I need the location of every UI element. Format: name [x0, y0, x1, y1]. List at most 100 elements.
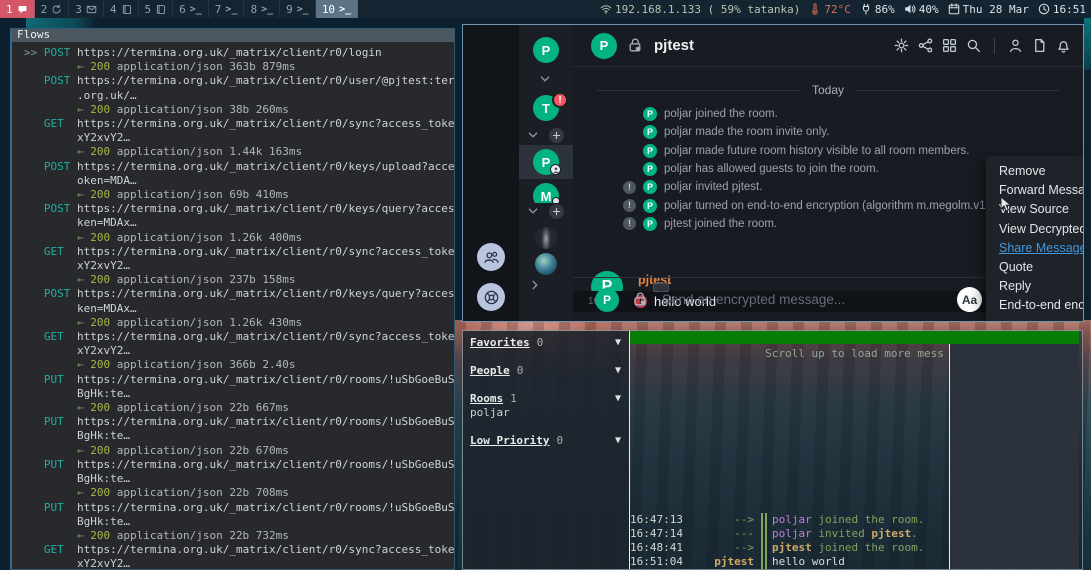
composer-badge: [653, 283, 669, 292]
menu-item-remove[interactable]: Remove: [986, 162, 1083, 181]
terminal-icon: >_: [339, 4, 351, 15]
workspace-3[interactable]: 3: [69, 0, 104, 18]
flow-row[interactable]: GET https://termina.org.uk/_matrix/clien…: [24, 245, 454, 288]
element-window: P T ! P M pjtest P pjtest: [462, 24, 1084, 322]
chevron-down-icon[interactable]: [539, 73, 551, 85]
calendar-icon: [948, 3, 960, 15]
log-line: 16:47:14---poljar invited pjtest.: [630, 527, 949, 541]
workspace-10[interactable]: 10>_: [316, 0, 358, 18]
warning-icon: !: [623, 181, 636, 194]
terminal-icon: >_: [190, 4, 202, 15]
flow-row[interactable]: >> POST https://termina.org.uk/_matrix/c…: [24, 46, 454, 74]
people-button[interactable]: [477, 243, 505, 271]
status-wifi-icon: 192.168.1.133 ( 59% tatanka): [600, 3, 800, 16]
workspace-6[interactable]: 6>_: [173, 0, 209, 18]
workspace-8[interactable]: 8>_: [244, 0, 280, 18]
triangle-down-icon[interactable]: ▼: [615, 434, 621, 448]
refresh-icon: [51, 4, 62, 15]
buffer-section: Low Priority0▼: [470, 434, 621, 448]
title-bar: [630, 331, 1079, 344]
mouse-cursor: [1000, 196, 1013, 217]
nicklist-separator[interactable]: [949, 344, 950, 569]
room-title: pjtest: [654, 37, 694, 54]
terminal-icon: >_: [225, 4, 237, 15]
room-header-avatar[interactable]: P: [591, 33, 617, 59]
event-avatar: P: [643, 199, 657, 213]
search-icon[interactable]: [966, 38, 981, 53]
format-button[interactable]: Aa: [957, 287, 982, 312]
triangle-down-icon[interactable]: ▼: [615, 364, 621, 378]
buffer-section-header[interactable]: People0▼: [470, 364, 621, 378]
chevron-down-icon[interactable]: [527, 205, 539, 217]
wifi-icon: [600, 3, 612, 15]
chevron-right-icon[interactable]: [529, 279, 541, 291]
buffer-section-header[interactable]: Low Priority0▼: [470, 434, 621, 448]
workspace-list: 123456>_7>_8>_9>_10>_: [0, 0, 358, 18]
flow-row[interactable]: PUT https://termina.org.uk/_matrix/clien…: [24, 415, 454, 458]
workspace-9[interactable]: 9>_: [280, 0, 316, 18]
triangle-down-icon[interactable]: ▼: [615, 336, 621, 350]
apps-icon[interactable]: [942, 38, 957, 53]
explore-button[interactable]: [477, 283, 505, 311]
flow-row[interactable]: GET https://termina.org.uk/_matrix/clien…: [24, 117, 454, 160]
wallpaper-accent: [1084, 18, 1091, 70]
divider: [994, 38, 995, 54]
flow-row[interactable]: GET https://termina.org.uk/_matrix/clien…: [24, 330, 454, 373]
flow-row[interactable]: PUT https://termina.org.uk/_matrix/clien…: [24, 373, 454, 416]
chevron-down-icon[interactable]: [527, 129, 539, 141]
status-thermometer-icon: 72°C: [809, 3, 851, 16]
room-header: pjtest P pjtest: [573, 25, 1083, 67]
menu-item-view-decrypted-s[interactable]: View Decrypted S: [986, 220, 1083, 239]
log-message: poljar invited pjtest.: [772, 527, 918, 541]
members-icon[interactable]: [1008, 38, 1023, 53]
buffer-list: Favorites0▼ People0▼ Rooms1▼poljar Low Prio…: [463, 331, 629, 569]
thermometer-icon: [809, 3, 821, 15]
nicklist: [950, 344, 1079, 569]
flow-row[interactable]: POST https://termina.org.uk/_matrix/clie…: [24, 287, 454, 330]
event-avatar: P: [643, 217, 657, 231]
log-line: 16:48:41-->pjtest joined the room.: [630, 541, 949, 555]
prefix-separator: [761, 513, 767, 527]
share-icon[interactable]: [918, 38, 933, 53]
chat-log: 16:47:13-->poljar joined the room.16:47:…: [630, 513, 949, 569]
desktop: 123456>_7>_8>_9>_10>_ 192.168.1.133 ( 59…: [0, 0, 1091, 570]
menu-item-end-to-end-encry[interactable]: End-to-end encry: [986, 296, 1083, 315]
flow-row[interactable]: PUT https://termina.org.uk/_matrix/clien…: [24, 458, 454, 501]
flow-row[interactable]: PUT https://termina.org.uk/_matrix/clien…: [24, 501, 454, 544]
message-input[interactable]: Send an encrypted message...: [662, 292, 845, 307]
buffer-section-header[interactable]: Favorites0▼: [470, 336, 621, 350]
flow-row[interactable]: POST https://termina.org.uk/_matrix/clie…: [24, 202, 454, 245]
plug-icon: [860, 3, 872, 15]
menu-item-reply[interactable]: Reply: [986, 277, 1083, 296]
flow-row[interactable]: GET https://termina.org.uk/_matrix/clien…: [24, 543, 454, 570]
wallpaper-accent: [26, 18, 96, 28]
room-view: pjtest P pjtest Today Ppoljar joined th: [573, 25, 1083, 321]
menu-item-quote[interactable]: Quote: [986, 258, 1083, 277]
buffer-item[interactable]: poljar: [470, 406, 621, 420]
buffer-section-header[interactable]: Rooms1▼: [470, 392, 621, 406]
flow-row[interactable]: POST https://termina.org.uk/_matrix/clie…: [24, 74, 454, 117]
workspace-4[interactable]: 4: [104, 0, 139, 18]
log-message: pjtest joined the room.: [772, 541, 924, 555]
encrypted-lock-icon: [627, 37, 644, 54]
workspace-7[interactable]: 7>_: [209, 0, 245, 18]
buffer-section: People0▼: [470, 364, 621, 378]
terminal-icon: >_: [297, 4, 309, 15]
triangle-down-icon[interactable]: ▼: [615, 392, 621, 406]
log-message: poljar joined the room.: [772, 513, 924, 527]
event-avatar: P: [643, 180, 657, 194]
workspace-5[interactable]: 5: [139, 0, 174, 18]
user-avatar[interactable]: P: [533, 37, 559, 63]
workspace-1[interactable]: 1: [0, 0, 35, 18]
files-icon[interactable]: [1032, 38, 1047, 53]
workspace-2[interactable]: 2: [35, 0, 70, 18]
flow-row[interactable]: POST https://termina.org.uk/_matrix/clie…: [24, 160, 454, 203]
add-room-button[interactable]: [549, 204, 564, 219]
room-avatar-image[interactable]: [535, 253, 557, 275]
menu-item-share-message[interactable]: Share Message: [986, 239, 1083, 258]
room-avatar-image[interactable]: [535, 227, 557, 249]
notifications-icon[interactable]: [1056, 38, 1071, 53]
log-line: 16:47:13-->poljar joined the room.: [630, 513, 949, 527]
settings-icon[interactable]: [894, 38, 909, 53]
add-room-button[interactable]: [549, 128, 564, 143]
